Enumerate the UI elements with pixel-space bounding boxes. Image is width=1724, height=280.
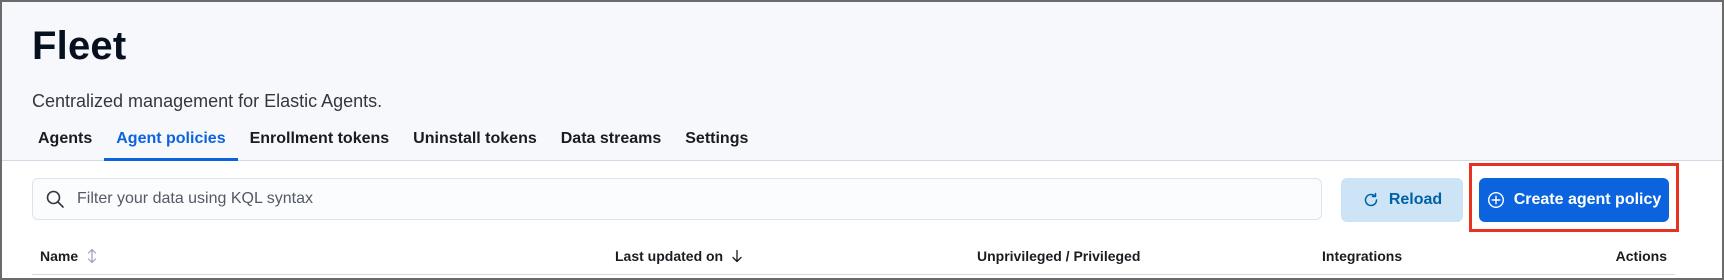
create-agent-policy-label: Create agent policy xyxy=(1513,191,1662,208)
reload-button[interactable]: Reload xyxy=(1341,178,1463,222)
tab-data-streams[interactable]: Data streams xyxy=(549,122,674,160)
app-frame: Fleet Centralized management for Elastic… xyxy=(0,0,1724,280)
column-header-label: Last updated on xyxy=(615,248,724,264)
column-header-integrations: Integrations xyxy=(1322,248,1403,264)
search-input[interactable] xyxy=(75,178,1321,220)
search-icon xyxy=(45,189,65,209)
tab-enrollment-tokens[interactable]: Enrollment tokens xyxy=(238,122,402,160)
page-subtitle: Centralized management for Elastic Agent… xyxy=(32,91,383,111)
tab-uninstall-tokens[interactable]: Uninstall tokens xyxy=(401,122,549,160)
arrow-down-icon xyxy=(731,249,743,263)
tab-settings[interactable]: Settings xyxy=(673,122,760,160)
page-title: Fleet xyxy=(32,24,127,68)
sortable-icon xyxy=(86,248,98,264)
column-header-label: Name xyxy=(40,248,79,264)
tab-agents[interactable]: Agents xyxy=(26,122,104,160)
column-header-last-updated[interactable]: Last updated on xyxy=(615,248,743,264)
table-header: Name Last updated on Unprivileged / Priv… xyxy=(32,238,1675,275)
column-header-privileges: Unprivileged / Privileged xyxy=(977,248,1141,264)
refresh-icon xyxy=(1362,191,1380,209)
reload-label: Reload xyxy=(1388,191,1443,208)
search-bar[interactable] xyxy=(32,178,1322,220)
column-header-name[interactable]: Name xyxy=(40,248,98,264)
tab-bar: Agents Agent policies Enrollment tokens … xyxy=(26,122,760,161)
page-header: Fleet Centralized management for Elastic… xyxy=(2,2,1722,161)
tab-agent-policies[interactable]: Agent policies xyxy=(104,122,238,161)
column-header-actions: Actions xyxy=(1615,248,1667,264)
create-agent-policy-button[interactable]: Create agent policy xyxy=(1479,178,1669,222)
plus-circle-icon xyxy=(1487,191,1505,209)
